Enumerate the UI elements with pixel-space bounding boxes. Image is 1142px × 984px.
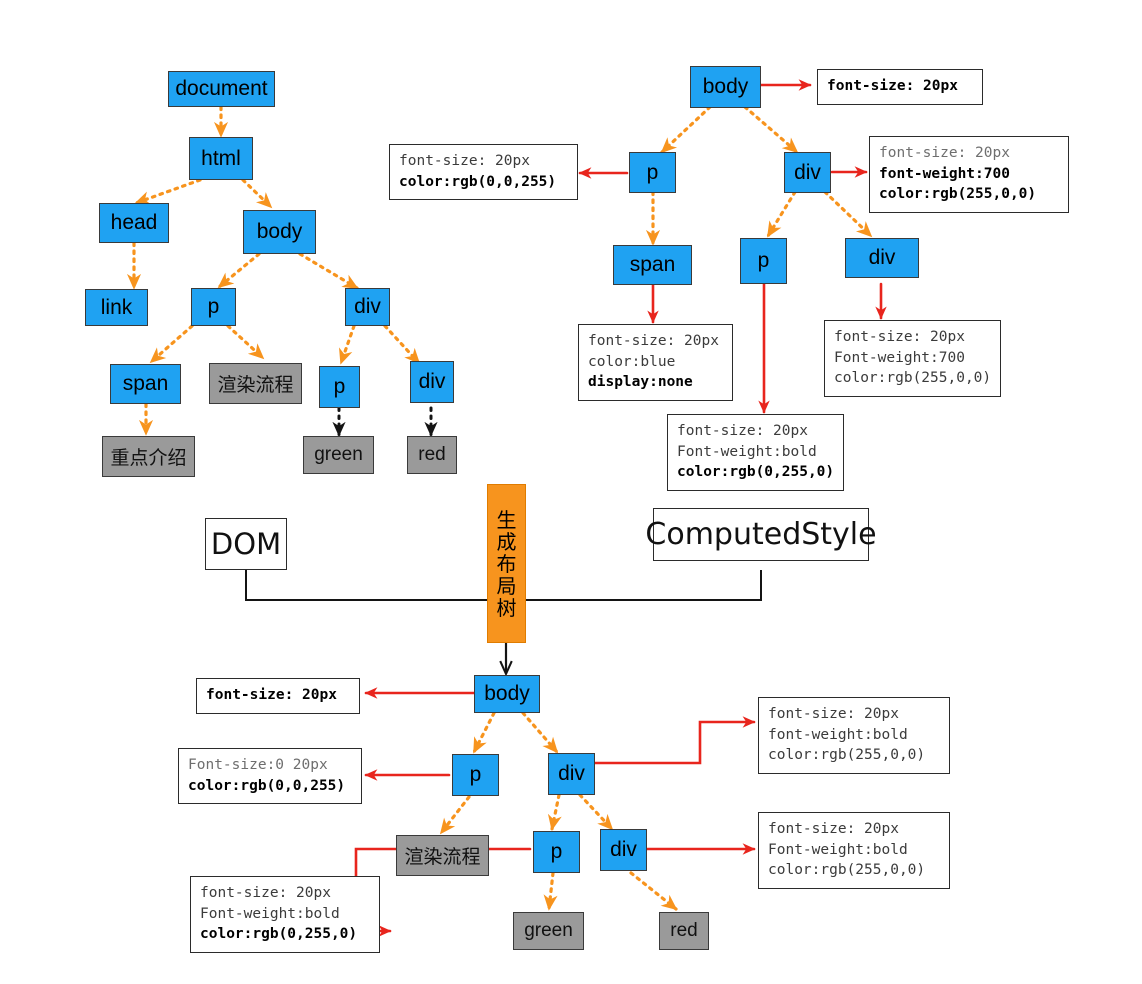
style-line: font-weight:700: [879, 165, 1010, 182]
cs-node-span[interactable]: span: [613, 245, 692, 285]
dom-text-node-key-points[interactable]: 重点介绍: [102, 436, 195, 477]
style-box-p-2: font-size: 20px Font-weight:bold color:r…: [667, 414, 844, 491]
layout-style-box-div-1: font-size: 20px font-weight:bold color:r…: [758, 697, 950, 774]
style-line: font-size: 20px: [677, 423, 808, 439]
layout-node-div-2[interactable]: div: [600, 829, 647, 871]
diagram-canvas: document html head body link p div span …: [0, 0, 1142, 984]
layout-text-node-render-process[interactable]: 渲染流程: [396, 835, 489, 876]
layout-style-box-body: font-size: 20px: [196, 678, 360, 714]
dom-node-div-1[interactable]: div: [345, 288, 390, 326]
style-line: color:rgb(0,255,0): [200, 926, 358, 943]
style-box-body: font-size: 20px: [817, 69, 983, 105]
layout-style-box-div-2: font-size: 20px Font-weight:bold color:r…: [758, 812, 950, 889]
dom-node-body[interactable]: body: [243, 210, 316, 254]
layout-node-div-1[interactable]: div: [548, 753, 595, 795]
style-box-div-1: font-size: 20px font-weight:700 color:rg…: [869, 136, 1069, 213]
dom-node-link[interactable]: link: [85, 289, 148, 326]
style-line: Font-weight:bold: [677, 443, 817, 460]
style-line: font-size: 20px: [200, 885, 331, 901]
vbar-char: 成: [496, 531, 517, 554]
cs-node-p-1[interactable]: p: [629, 152, 676, 193]
dom-node-html[interactable]: html: [189, 137, 253, 180]
layout-node-body[interactable]: body: [474, 675, 540, 713]
layout-node-p-1[interactable]: p: [452, 754, 499, 796]
dom-node-span[interactable]: span: [110, 364, 181, 404]
style-line: color:rgb(255,0,0): [879, 186, 1037, 203]
dom-caption-box[interactable]: DOM: [205, 518, 287, 570]
cs-node-div-2[interactable]: div: [845, 238, 919, 278]
vbar-char: 树: [496, 597, 517, 620]
dom-text-node-render-process[interactable]: 渲染流程: [209, 363, 302, 404]
style-line: font-size: 20px: [827, 78, 958, 94]
style-box-span: font-size: 20px color:blue display:none: [578, 324, 733, 401]
style-line: display:none: [588, 374, 693, 391]
style-line: font-size: 20px: [206, 687, 337, 703]
style-line: Font-weight:bold: [200, 905, 340, 922]
style-line: font-size: 20px: [768, 821, 899, 837]
dom-node-head[interactable]: head: [99, 203, 169, 243]
layout-style-box-p-2: font-size: 20px Font-weight:bold color:r…: [190, 876, 380, 953]
style-line: font-size: 20px: [834, 329, 965, 345]
layout-text-node-red[interactable]: red: [659, 912, 709, 950]
style-line: Font-size:0 20px: [188, 757, 328, 773]
style-line: color:rgb(255,0,0): [768, 747, 926, 764]
style-line: font-weight:bold: [768, 726, 908, 743]
cs-node-body[interactable]: body: [690, 66, 761, 108]
generate-layout-tree-label: 生 成 布 局 树: [487, 484, 526, 643]
style-line: color:rgb(0,255,0): [677, 464, 835, 481]
style-line: font-size: 20px: [399, 153, 530, 169]
dom-node-document[interactable]: document: [168, 71, 275, 107]
vbar-char: 局: [496, 575, 517, 598]
vbar-char: 布: [496, 553, 517, 576]
style-line: color:blue: [588, 353, 676, 370]
dom-text-node-red[interactable]: red: [407, 436, 457, 474]
style-line: font-size: 20px: [588, 333, 719, 349]
layout-style-box-p-1: Font-size:0 20px color:rgb(0,0,255): [178, 748, 362, 805]
vbar-char: 生: [496, 509, 517, 532]
dom-node-p-1[interactable]: p: [191, 288, 236, 326]
style-line: Font-weight:700: [834, 349, 965, 366]
style-line: color:rgb(0,0,255): [399, 173, 557, 190]
computed-style-caption-box[interactable]: ComputedStyle: [645, 508, 877, 561]
cs-node-div-1[interactable]: div: [784, 152, 831, 193]
cs-node-p-2[interactable]: p: [740, 238, 787, 284]
style-line: color:rgb(255,0,0): [834, 370, 992, 387]
style-line: Font-weight:bold: [768, 841, 908, 858]
style-line: font-size: 20px: [879, 145, 1010, 161]
style-line: color:rgb(255,0,0): [768, 862, 926, 879]
style-line: color:rgb(0,0,255): [188, 777, 346, 794]
style-box-p-1: font-size: 20px color:rgb(0,0,255): [389, 144, 578, 201]
layout-node-p-2[interactable]: p: [533, 831, 580, 873]
layout-text-node-green[interactable]: green: [513, 912, 584, 950]
dom-node-div-2[interactable]: div: [410, 361, 454, 403]
style-line: font-size: 20px: [768, 706, 899, 722]
dom-text-node-green[interactable]: green: [303, 436, 374, 474]
style-box-div-2: font-size: 20px Font-weight:700 color:rg…: [824, 320, 1001, 397]
dom-node-p-2[interactable]: p: [319, 366, 360, 408]
